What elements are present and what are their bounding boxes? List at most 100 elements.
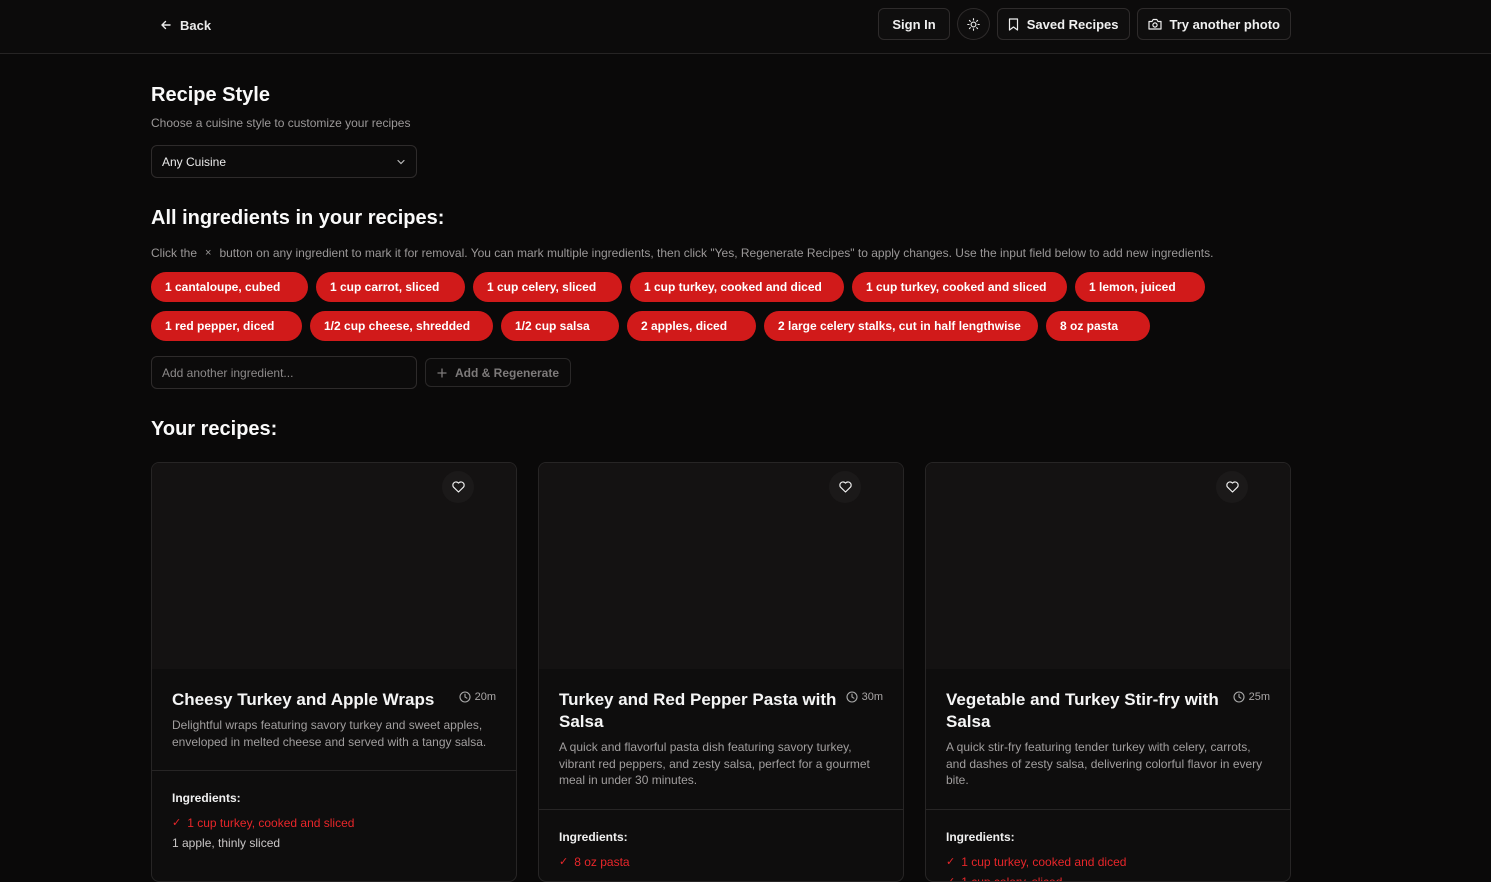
- ingredient-chip[interactable]: 1/2 cup salsa: [501, 311, 619, 341]
- ingredient-chip[interactable]: 2 large celery stalks, cut in half lengt…: [764, 311, 1038, 341]
- recipe-ingredients: Ingredients: ✓ 8 oz pasta: [539, 810, 903, 882]
- ingredients-title: All ingredients in your recipes:: [151, 207, 444, 230]
- heart-icon: [839, 481, 852, 493]
- ingredient-chip[interactable]: 8 oz pasta: [1046, 311, 1150, 341]
- clock-icon: [459, 691, 471, 703]
- recipe-card[interactable]: Cheesy Turkey and Apple Wraps 20m Deligh…: [151, 462, 517, 882]
- favorite-button[interactable]: [1216, 471, 1248, 503]
- recipe-ingredients: Ingredients: ✓ 1 cup turkey, cooked and …: [152, 771, 516, 873]
- ingredient-item: ✓ 1 cup turkey, cooked and sliced: [172, 813, 496, 833]
- back-label: Back: [180, 18, 211, 33]
- cook-time: 30m: [846, 691, 883, 703]
- recipe-title-row: Cheesy Turkey and Apple Wraps 20m: [172, 689, 496, 711]
- ingredient-text: 8 oz pasta: [574, 852, 629, 872]
- add-regenerate-button[interactable]: Add & Regenerate: [425, 358, 571, 387]
- sign-in-button[interactable]: Sign In: [878, 8, 949, 40]
- ingredients-label: Ingredients:: [172, 791, 496, 805]
- recipe-ingredients: Ingredients: ✓ 1 cup turkey, cooked and …: [926, 810, 1290, 882]
- add-ingredient-input[interactable]: [151, 356, 417, 389]
- recipe-description: A quick and flavorful pasta dish featuri…: [559, 739, 883, 809]
- recipe-cards: Cheesy Turkey and Apple Wraps 20m Deligh…: [151, 462, 1291, 882]
- help-text-start: Click the: [151, 246, 197, 260]
- cook-time-value: 20m: [475, 691, 496, 703]
- ingredients-label: Ingredients:: [559, 830, 883, 844]
- check-icon: ✓: [946, 872, 955, 882]
- check-icon: ✓: [559, 852, 568, 872]
- top-bar: Back Sign In Saved Recipes Try another p…: [0, 0, 1491, 54]
- cook-time: 25m: [1233, 691, 1270, 703]
- recipe-style-title: Recipe Style: [151, 84, 270, 107]
- ingredient-chip[interactable]: 2 apples, diced: [627, 311, 756, 341]
- recipe-image: [152, 463, 516, 669]
- recipe-image: [539, 463, 903, 669]
- saved-recipes-button[interactable]: Saved Recipes: [997, 8, 1130, 40]
- arrow-left-icon: [160, 19, 172, 31]
- ingredient-text: 1 cup turkey, cooked and sliced: [187, 813, 354, 833]
- recipe-description: A quick stir-fry featuring tender turkey…: [946, 739, 1270, 809]
- back-button[interactable]: Back: [160, 16, 211, 34]
- chip-row: 1 red pepper, diced 1/2 cup cheese, shre…: [151, 311, 1251, 341]
- theme-toggle-button[interactable]: [957, 8, 990, 40]
- ingredient-text: 1 cup turkey, cooked and diced: [961, 852, 1126, 872]
- ingredient-chip[interactable]: 1 red pepper, diced: [151, 311, 302, 341]
- saved-recipes-label: Saved Recipes: [1027, 17, 1119, 32]
- recipe-card-header: Vegetable and Turkey Stir-fry with Salsa…: [926, 669, 1290, 810]
- favorite-button[interactable]: [829, 471, 861, 503]
- ingredient-item: ✓ 8 oz pasta: [559, 852, 883, 872]
- recipe-title: Cheesy Turkey and Apple Wraps: [172, 689, 434, 711]
- cuisine-select[interactable]: Any Cuisine: [151, 145, 417, 178]
- help-text-end: button on any ingredient to mark it for …: [219, 246, 1213, 260]
- recipe-card[interactable]: Vegetable and Turkey Stir-fry with Salsa…: [925, 462, 1291, 882]
- recipe-title-row: Vegetable and Turkey Stir-fry with Salsa…: [946, 689, 1270, 733]
- ingredient-chip[interactable]: 1 cup turkey, cooked and diced: [630, 272, 844, 302]
- cuisine-select-value: Any Cuisine: [162, 155, 226, 169]
- add-ingredient-row: Add & Regenerate: [151, 356, 571, 389]
- recipe-title: Vegetable and Turkey Stir-fry with Salsa: [946, 689, 1227, 733]
- clock-icon: [846, 691, 858, 703]
- ingredient-chip[interactable]: 1 cantaloupe, cubed: [151, 272, 308, 302]
- bookmark-icon: [1008, 18, 1019, 31]
- recipe-style-subtitle: Choose a cuisine style to customize your…: [151, 116, 410, 130]
- ingredient-item: 1 apple, thinly sliced: [172, 833, 496, 853]
- ingredients-help-text: Click the × button on any ingredient to …: [151, 246, 1213, 260]
- ingredient-item: ✓ 1 cup celery, sliced: [946, 872, 1270, 882]
- recipe-card-header: Turkey and Red Pepper Pasta with Salsa 3…: [539, 669, 903, 810]
- recipe-card-header: Cheesy Turkey and Apple Wraps 20m Deligh…: [152, 669, 516, 771]
- cook-time: 20m: [459, 691, 496, 703]
- check-icon: ✓: [946, 852, 955, 872]
- remove-x-icon: ×: [205, 247, 211, 259]
- ingredient-text: 1 cup celery, sliced: [961, 872, 1062, 882]
- recipe-title: Turkey and Red Pepper Pasta with Salsa: [559, 689, 840, 733]
- recipes-title: Your recipes:: [151, 418, 277, 441]
- plus-icon: [437, 368, 447, 378]
- ingredient-chip[interactable]: 1 cup celery, sliced: [473, 272, 622, 302]
- recipe-card[interactable]: Turkey and Red Pepper Pasta with Salsa 3…: [538, 462, 904, 882]
- ingredients-label: Ingredients:: [946, 830, 1270, 844]
- ingredient-chip[interactable]: 1 cup carrot, sliced: [316, 272, 465, 302]
- top-actions: Sign In Saved Recipes Try another photo: [878, 8, 1291, 40]
- recipe-description: Delightful wraps featuring savory turkey…: [172, 717, 496, 770]
- sun-icon: [967, 18, 980, 31]
- ingredient-chip[interactable]: 1 cup turkey, cooked and sliced: [852, 272, 1067, 302]
- chip-row: 1 cantaloupe, cubed 1 cup carrot, sliced…: [151, 272, 1251, 302]
- cook-time-value: 25m: [1249, 691, 1270, 703]
- camera-icon: [1148, 18, 1162, 30]
- heart-icon: [1226, 481, 1239, 493]
- ingredient-chip[interactable]: 1/2 cup cheese, shredded: [310, 311, 493, 341]
- heart-icon: [452, 481, 465, 493]
- ingredient-item: ✓ 1 cup turkey, cooked and diced: [946, 852, 1270, 872]
- add-regenerate-label: Add & Regenerate: [455, 366, 559, 380]
- ingredient-chip[interactable]: 1 lemon, juiced: [1075, 272, 1205, 302]
- favorite-button[interactable]: [442, 471, 474, 503]
- chevron-down-icon: [396, 157, 406, 167]
- cook-time-value: 30m: [862, 691, 883, 703]
- sign-in-label: Sign In: [892, 17, 935, 32]
- ingredient-chips: 1 cantaloupe, cubed 1 cup carrot, sliced…: [151, 272, 1251, 350]
- check-icon: ✓: [172, 813, 181, 833]
- clock-icon: [1233, 691, 1245, 703]
- try-another-photo-button[interactable]: Try another photo: [1137, 8, 1292, 40]
- recipe-image: [926, 463, 1290, 669]
- recipe-title-row: Turkey and Red Pepper Pasta with Salsa 3…: [559, 689, 883, 733]
- ingredient-text: 1 apple, thinly sliced: [172, 833, 280, 853]
- try-another-photo-label: Try another photo: [1170, 17, 1281, 32]
